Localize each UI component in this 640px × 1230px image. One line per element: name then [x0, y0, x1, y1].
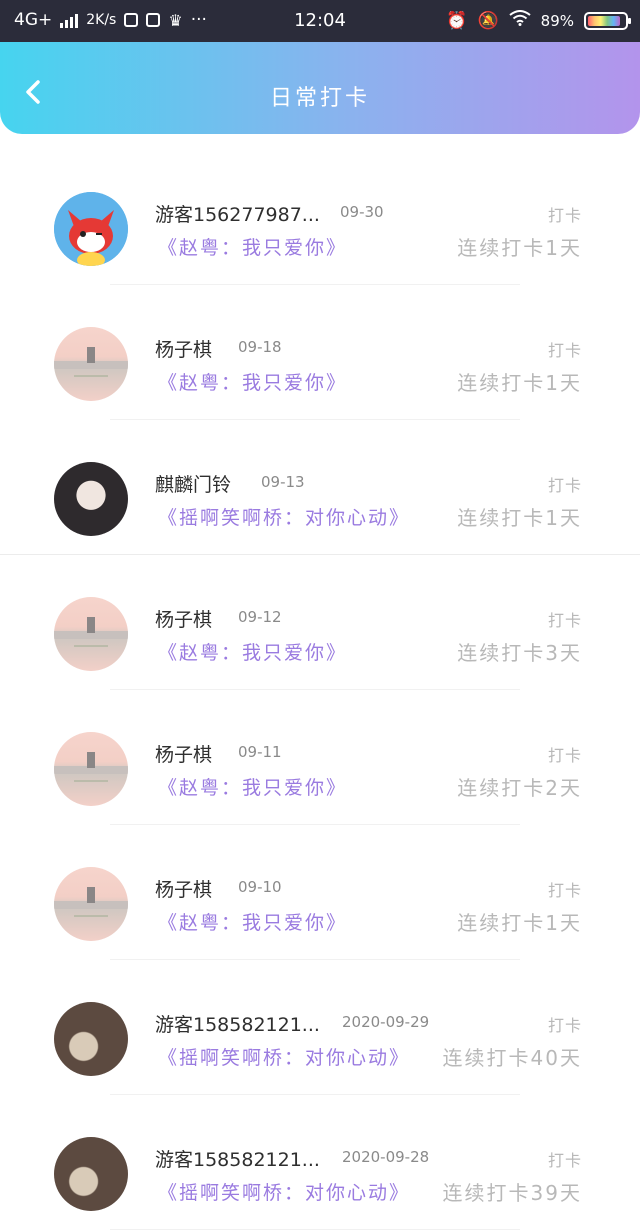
checkin-streak: 连续打卡1天 — [457, 911, 582, 935]
user-name: 麒麟门铃 — [155, 474, 232, 496]
list-item[interactable]: 杨子棋 09-10 《赵粤：我只爱你》 打卡 连续打卡1天 — [0, 825, 640, 960]
avatar[interactable] — [54, 867, 128, 941]
alarm-icon: ⏰ — [446, 10, 468, 31]
landscape-avatar-image — [54, 347, 128, 377]
checkin-date: 2020-09-29 — [342, 1013, 430, 1031]
checkin-date: 09-30 — [340, 203, 384, 221]
song-title[interactable]: 《赵粤：我只爱你》 — [158, 773, 347, 800]
song-title[interactable]: 《摇啊笑啊桥：对你心动》 — [158, 1178, 410, 1205]
checkin-date: 09-13 — [261, 473, 305, 491]
checkin-streak: 连续打卡39天 — [442, 1181, 582, 1205]
song-title[interactable]: 《摇啊笑啊桥：对你心动》 — [158, 1043, 410, 1070]
checkin-streak: 连续打卡3天 — [457, 641, 582, 665]
checkin-date: 09-11 — [238, 743, 282, 761]
page-title: 日常打卡 — [269, 86, 370, 111]
mute-bell-icon: 🔕 — [477, 10, 499, 31]
song-title[interactable]: 《赵粤：我只爱你》 — [158, 233, 347, 260]
avatar[interactable] — [54, 462, 128, 536]
user-name: 杨子棋 — [155, 339, 213, 361]
avatar[interactable] — [54, 1137, 128, 1211]
user-name: 杨子棋 — [155, 744, 213, 766]
checkin-streak: 连续打卡2天 — [457, 776, 582, 800]
checkin-date: 09-18 — [238, 338, 282, 356]
song-title[interactable]: 《赵粤：我只爱你》 — [158, 908, 347, 935]
avatar[interactable] — [54, 597, 128, 671]
landscape-avatar-image — [54, 887, 128, 917]
status-right: ⏰ 🔕 89% — [446, 10, 631, 31]
avatar[interactable] — [54, 732, 128, 806]
battery-percent: 89% — [540, 11, 574, 30]
checkin-tag: 打卡 — [547, 881, 582, 900]
song-title[interactable]: 《赵粤：我只爱你》 — [158, 638, 347, 665]
wifi-icon — [509, 10, 531, 31]
user-name: 游客158582121... — [155, 1014, 320, 1036]
landscape-avatar-image — [54, 752, 128, 782]
landscape-avatar-image — [54, 617, 128, 647]
checkin-tag: 打卡 — [547, 611, 582, 630]
song-title[interactable]: 《摇啊笑啊桥：对你心动》 — [158, 503, 410, 530]
avatar[interactable] — [54, 327, 128, 401]
checkin-date: 09-12 — [238, 608, 282, 626]
checkin-tag: 打卡 — [547, 206, 582, 225]
list-item[interactable]: 杨子棋 09-18 《赵粤：我只爱你》 打卡 连续打卡1天 — [0, 285, 640, 420]
user-name: 杨子棋 — [155, 879, 213, 901]
checkin-list: 游客156277987... 09-30 《赵粤：我只爱你》 打卡 连续打卡1天… — [0, 150, 640, 1230]
list-item[interactable]: 麒麟门铃 09-13 《摇啊笑啊桥：对你心动》 打卡 连续打卡1天 — [0, 420, 640, 555]
app-header: 日常打卡 — [0, 42, 640, 134]
checkin-tag: 打卡 — [547, 746, 582, 765]
checkin-tag: 打卡 — [547, 341, 582, 360]
checkin-date: 2020-09-28 — [342, 1148, 430, 1166]
user-name: 游客158582121... — [155, 1149, 320, 1171]
user-name: 杨子棋 — [155, 609, 213, 631]
checkin-tag: 打卡 — [547, 1016, 582, 1035]
checkin-date: 09-10 — [238, 878, 282, 896]
list-item[interactable]: 游客158582121... 2020-09-29 《摇啊笑啊桥：对你心动》 打… — [0, 960, 640, 1095]
checkin-streak: 连续打卡40天 — [442, 1046, 582, 1070]
list-item[interactable]: 游客156277987... 09-30 《赵粤：我只爱你》 打卡 连续打卡1天 — [0, 150, 640, 285]
song-title[interactable]: 《赵粤：我只爱你》 — [158, 368, 347, 395]
avatar[interactable] — [54, 1002, 128, 1076]
list-item[interactable]: 游客158582121... 2020-09-28 《摇啊笑啊桥：对你心动》 打… — [0, 1095, 640, 1230]
checkin-streak: 连续打卡1天 — [457, 236, 582, 260]
checkin-tag: 打卡 — [547, 476, 582, 495]
checkin-tag: 打卡 — [547, 1151, 582, 1170]
list-item[interactable]: 杨子棋 09-12 《赵粤：我只爱你》 打卡 连续打卡3天 — [0, 555, 640, 690]
checkin-streak: 连续打卡1天 — [457, 371, 582, 395]
status-bar: 4G+ 2K/s ♛ ··· 12:04 ⏰ 🔕 89% — [0, 0, 640, 42]
avatar[interactable] — [54, 192, 128, 266]
fox-avatar-image — [54, 192, 128, 266]
battery-icon — [584, 11, 631, 30]
user-name: 游客156277987... — [155, 204, 320, 226]
checkin-streak: 连续打卡1天 — [457, 506, 582, 530]
list-item[interactable]: 杨子棋 09-11 《赵粤：我只爱你》 打卡 连续打卡2天 — [0, 690, 640, 825]
